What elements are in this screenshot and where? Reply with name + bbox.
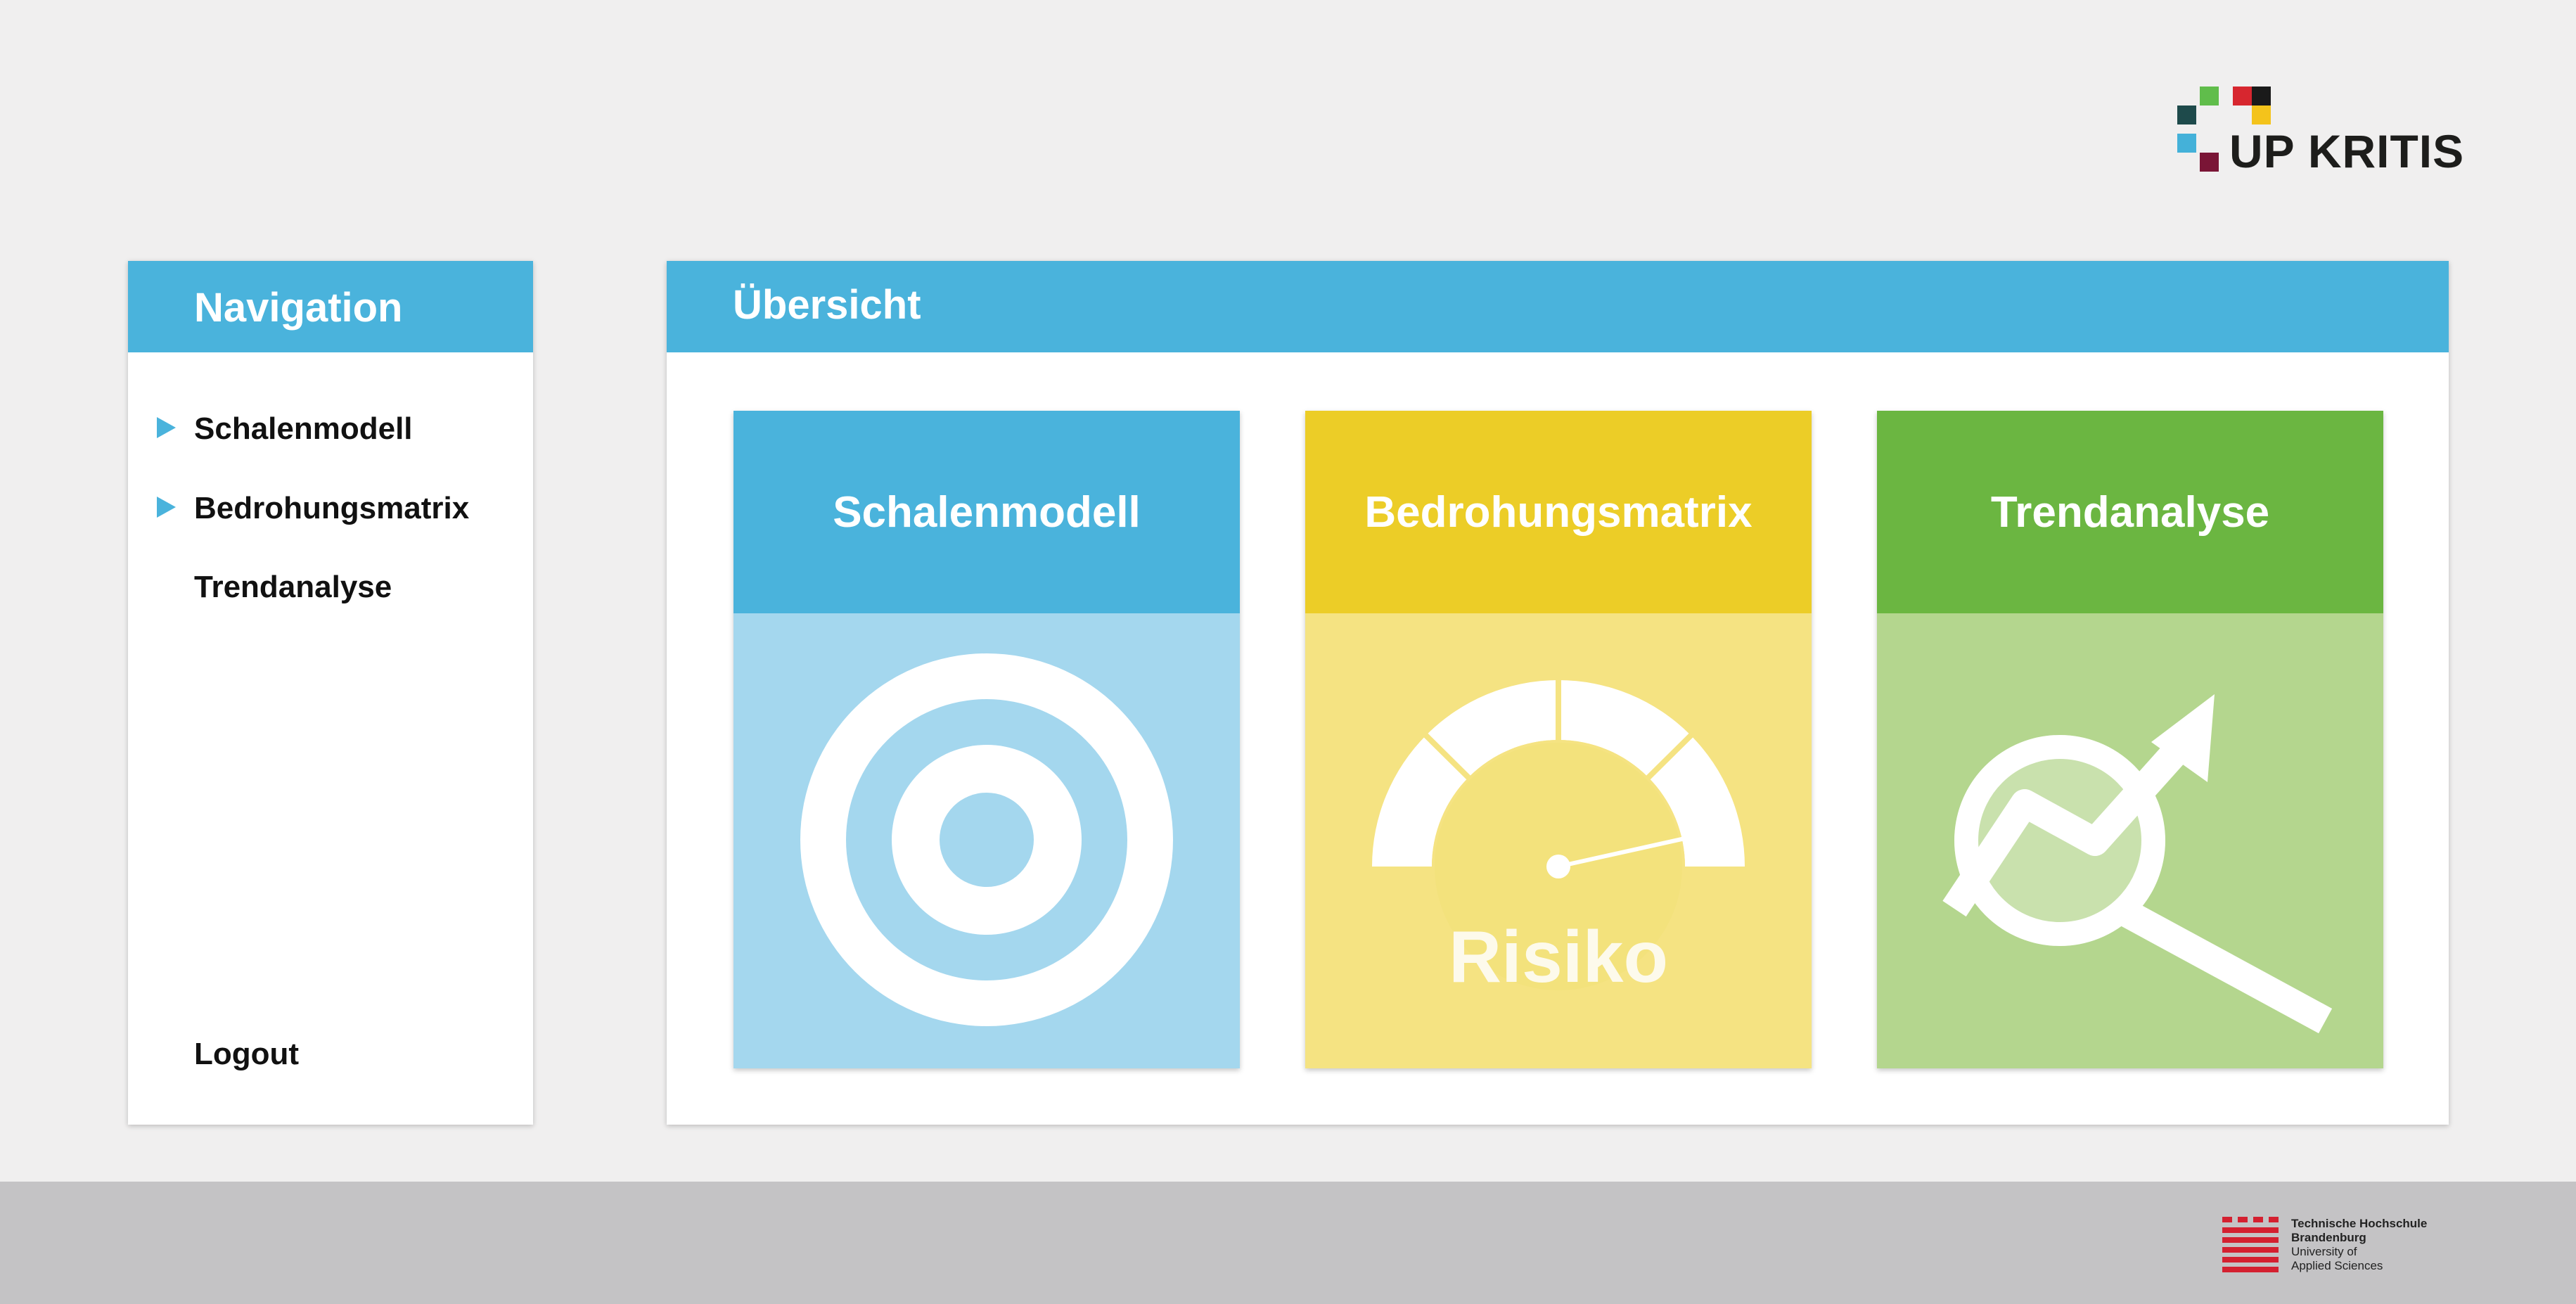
arrow-right-icon — [157, 497, 176, 518]
nav-item-label: Bedrohungsmatrix — [194, 491, 470, 525]
footer: Technische Hochschule Brandenburg Univer… — [0, 1182, 2576, 1304]
nav-item-bedrohungsmatrix[interactable]: Bedrohungsmatrix — [157, 491, 470, 525]
tile-body — [1877, 613, 2383, 1068]
university-emblem-icon — [2222, 1217, 2279, 1272]
tile-title: Schalenmodell — [833, 487, 1141, 537]
university-line: Brandenburg — [2291, 1231, 2366, 1244]
logo-square — [2252, 87, 2271, 106]
trend-magnifier-icon — [1942, 694, 2333, 1034]
logo-square — [2200, 153, 2219, 172]
risk-label: Risiko — [1448, 916, 1669, 998]
logout-label: Logout — [194, 1037, 300, 1071]
tile-trendanalyse[interactable]: Trendanalyse — [1877, 411, 2383, 1068]
university-line: Technische Hochschule — [2291, 1217, 2428, 1230]
tile-body: Risiko — [1305, 613, 1812, 1068]
nav-item-label: Schalenmodell — [194, 411, 413, 446]
logo-square — [2233, 87, 2252, 106]
tile-title: Trendanalyse — [1990, 487, 2270, 537]
logo-square — [2177, 134, 2196, 153]
gauge-icon — [1372, 677, 1745, 993]
up-kritis-logo: UP KRITIS — [2177, 84, 2463, 176]
tile-header: Schalenmodell — [733, 411, 1240, 613]
overview-title: Übersicht — [733, 282, 921, 328]
overview-panel: Übersicht Schalenmodell Bedrohungsmatrix — [667, 261, 2449, 1125]
logout-button[interactable]: Logout — [194, 1039, 299, 1070]
target-icon — [800, 653, 1173, 1026]
tile-bedrohungsmatrix[interactable]: Bedrohungsmatrix Risiko — [1305, 411, 1812, 1068]
brand-name: UP KRITIS — [2229, 125, 2465, 177]
logo-square — [2252, 106, 2271, 124]
nav-item-label: Trendanalyse — [194, 570, 392, 604]
university-line: University of — [2291, 1245, 2357, 1258]
logo-square — [2177, 106, 2196, 124]
overview-header: Übersicht — [667, 261, 2449, 352]
arrow-right-icon — [157, 417, 176, 438]
navigation-panel: Navigation Schalenmodell Bedrohungsmatri… — [128, 261, 533, 1125]
nav-item-schalenmodell[interactable]: Schalenmodell — [157, 411, 413, 446]
university-logo: Technische Hochschule Brandenburg Univer… — [2222, 1217, 2461, 1280]
tile-header: Trendanalyse — [1877, 411, 2383, 613]
university-name: Technische Hochschule Brandenburg Univer… — [2291, 1217, 2427, 1273]
tile-header: Bedrohungsmatrix — [1305, 411, 1812, 613]
logo-square — [2200, 87, 2219, 106]
navigation-list: Schalenmodell Bedrohungsmatrix Trendanal… — [128, 261, 533, 1125]
tile-schalenmodell[interactable]: Schalenmodell — [733, 411, 1240, 1068]
university-line: Applied Sciences — [2291, 1259, 2383, 1272]
tile-body — [733, 613, 1240, 1068]
tile-title: Bedrohungsmatrix — [1364, 487, 1752, 537]
nav-item-trendanalyse[interactable]: Trendanalyse — [194, 572, 392, 603]
